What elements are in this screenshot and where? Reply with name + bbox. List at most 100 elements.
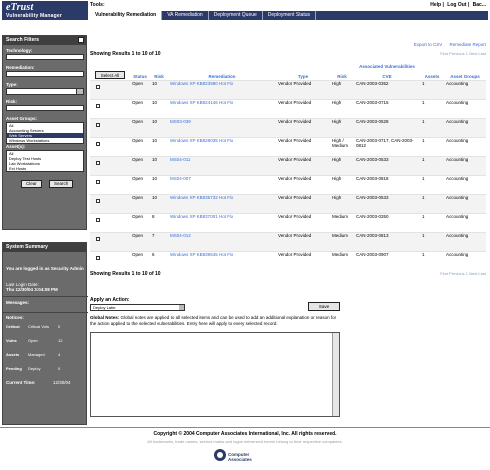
search-button[interactable]: Search xyxy=(49,180,74,188)
export-csv-link[interactable]: Export to CSV xyxy=(414,42,443,47)
back-link[interactable]: Bac... xyxy=(473,2,486,8)
summary-key: Vulns xyxy=(6,338,17,343)
type-cell: Vendor Provided xyxy=(276,232,330,252)
summary-count: 4 xyxy=(58,352,61,357)
summary-value: Managed xyxy=(28,352,45,357)
asset-groups-list[interactable]: All Accounting Servers Web Servers Windo… xyxy=(6,122,84,144)
remediation-link[interactable]: Windows XP KB823980 Hot Fix xyxy=(168,80,276,100)
table-row: Open 10 MS03-039 Vendor Provided High CAN-200… xyxy=(90,118,487,138)
collapse-icon[interactable] xyxy=(78,37,84,43)
notices-label: Notices: xyxy=(6,315,24,320)
type-cell: Vendor Provided xyxy=(276,156,330,176)
vuln-risk-cell: High xyxy=(330,194,354,214)
type-cell: Vendor Provided xyxy=(276,175,330,195)
etrust-logo[interactable]: eTrust Vulnerability Manager xyxy=(2,1,88,20)
type-cell: Vendor Provided xyxy=(276,118,330,138)
row-checkbox[interactable] xyxy=(96,237,100,241)
status-cell: Open xyxy=(130,175,150,195)
row-checkbox[interactable] xyxy=(96,142,100,146)
checkbox-cell xyxy=(90,80,130,100)
group-header-row: Associated Vulnerabilities xyxy=(90,63,486,70)
status-cell: Open xyxy=(130,118,150,138)
type-select[interactable] xyxy=(6,88,84,95)
summary-count: 0 xyxy=(58,366,61,371)
column-header[interactable]: Asset Groups xyxy=(444,70,486,81)
logo-subtitle: Vulnerability Manager xyxy=(6,13,62,19)
risk-field[interactable] xyxy=(6,105,84,111)
tab-deployment-status[interactable]: Deployment Status xyxy=(263,11,317,20)
column-header[interactable]: Risk xyxy=(150,70,168,81)
system-summary-panel: System Summary You are logged in as Secu… xyxy=(2,242,88,425)
risk-cell: 10 xyxy=(150,194,168,214)
column-header[interactable]: Assets xyxy=(420,70,444,81)
remediation-link[interactable]: MS04-007 xyxy=(168,175,276,195)
remediation-label: Remediation: xyxy=(6,65,35,70)
remediation-link[interactable]: MS04-011 xyxy=(168,156,276,176)
table-row: Open 7 MS04-012 Vendor Provided Medium CAN-20… xyxy=(90,232,487,252)
list-item[interactable]: Ext Hosts xyxy=(7,166,83,171)
status-cell: Open xyxy=(130,232,150,252)
remediate-report-link[interactable]: Remediate Report xyxy=(449,42,486,47)
row-checkbox[interactable] xyxy=(96,104,100,108)
remediation-link[interactable]: Windows XP KB837001 Hot Fix xyxy=(168,213,276,233)
help-link[interactable]: Help xyxy=(430,2,441,8)
remediation-link[interactable]: Windows XP KB839645 Hot Fix xyxy=(168,251,276,271)
row-checkbox[interactable] xyxy=(96,85,100,89)
last-login-value: Thu 12/30/04 3:04:08 PM xyxy=(6,287,58,292)
remediation-field[interactable] xyxy=(6,71,84,77)
column-header[interactable]: Risk xyxy=(330,70,354,81)
row-checkbox[interactable] xyxy=(96,123,100,127)
status-cell: Open xyxy=(130,137,150,157)
row-checkbox[interactable] xyxy=(96,161,100,165)
filters-title: Search Filters xyxy=(3,36,86,45)
apply-action-select[interactable]: Deploy Later xyxy=(90,304,185,311)
list-item[interactable]: Windows Workstations xyxy=(7,138,83,143)
table-header-spacer xyxy=(90,63,330,70)
column-header[interactable]: Remediation xyxy=(168,70,276,81)
remediation-link[interactable]: Windows XP KB828035 Hot Fix xyxy=(168,137,276,157)
assets-cell: 1 xyxy=(420,99,445,119)
column-header[interactable]: Status xyxy=(130,70,150,81)
technology-field[interactable] xyxy=(6,54,84,60)
global-notes-textarea[interactable] xyxy=(90,332,340,417)
assets-cell: 1 xyxy=(420,118,445,138)
clear-button[interactable]: Clear xyxy=(21,180,42,188)
ca-logo[interactable]: Computer Associates xyxy=(214,449,274,462)
risk-cell: 10 xyxy=(150,156,168,176)
remediation-link[interactable]: MS04-012 xyxy=(168,232,276,252)
summary-value: Critical Vuls xyxy=(28,324,49,329)
remediation-link[interactable]: Windows XP KB824146 Hot Fix xyxy=(168,99,276,119)
remediation-link[interactable]: Windows XP KB835732 Hot Fix xyxy=(168,194,276,214)
cve-cell: CAN-2003-0717, CAN-2003-0812 xyxy=(354,137,420,157)
tab-vulnerability-remediation[interactable]: Vulnerability Remediation xyxy=(90,11,163,20)
row-checkbox[interactable] xyxy=(96,256,100,260)
pager-bottom[interactable]: First Previous 1 Next Last xyxy=(440,271,486,276)
assets-cell: 1 xyxy=(420,175,445,195)
select-all-button[interactable]: Select All xyxy=(94,71,126,79)
assets-list[interactable]: All Deploy Test Hosts Lab Workstations E… xyxy=(6,150,84,172)
row-checkbox[interactable] xyxy=(96,218,100,222)
column-header[interactable]: Type xyxy=(276,70,330,81)
save-button[interactable]: Save xyxy=(308,302,340,311)
logo-title: eTrust xyxy=(6,2,34,13)
type-cell: Vendor Provided xyxy=(276,137,330,157)
logout-link[interactable]: Log Out xyxy=(447,2,466,8)
row-checkbox[interactable] xyxy=(96,199,100,203)
vuln-risk-cell: High xyxy=(330,80,354,100)
table-row: Open 8 Windows XP KB837001 Hot Fix Vendor P… xyxy=(90,213,487,233)
assets-label: Asset(s): xyxy=(6,144,26,149)
results-count: Showing Results 1 to 10 of 10 xyxy=(90,51,161,57)
tab-va-remediation[interactable]: VA Remediation xyxy=(162,11,209,20)
status-cell: Open xyxy=(130,99,150,119)
login-status: You are logged in as Security Admin xyxy=(6,266,84,271)
pager-top[interactable]: First Previous 1 Next Last xyxy=(440,51,486,56)
column-header[interactable]: CVE xyxy=(354,70,420,81)
status-cell: Open xyxy=(130,194,150,214)
tools-menu[interactable]: Tools: xyxy=(90,2,105,8)
tab-deployment-queue[interactable]: Deployment Queue xyxy=(209,11,263,20)
remediation-link[interactable]: MS03-039 xyxy=(168,118,276,138)
table-row: Open 10 Windows XP KB828035 Hot Fix Vendor … xyxy=(90,137,487,157)
table-header-row: Select All Status Risk Remediation Type … xyxy=(90,70,486,81)
top-tools-bar: Tools: Help | Log Out | Bac... xyxy=(90,2,488,10)
row-checkbox[interactable] xyxy=(96,180,100,184)
